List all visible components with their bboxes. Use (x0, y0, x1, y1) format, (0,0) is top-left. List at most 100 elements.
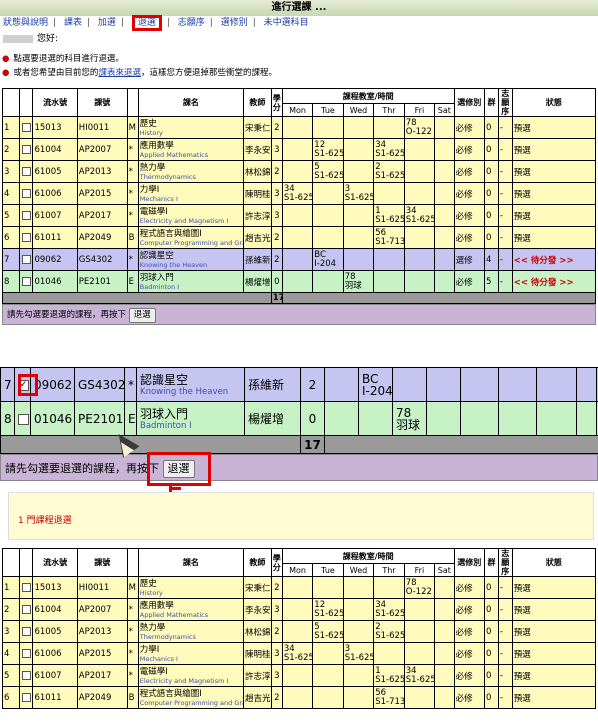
cell-serial: 01046 (32, 270, 78, 293)
row-checkbox[interactable] (18, 598, 34, 621)
checkbox-icon[interactable] (21, 692, 31, 702)
cell-course-name[interactable]: 歷史 History (137, 116, 245, 139)
row-checkbox[interactable] (18, 204, 34, 227)
cell-wish: - (497, 204, 513, 227)
cell-wish: - (497, 664, 513, 687)
cell-elective: 必修 (453, 226, 486, 249)
nav-wish-order[interactable]: 志願序 (178, 18, 205, 28)
cell-day: 78 羽球 (342, 270, 375, 293)
drop-button[interactable]: 退選 (128, 308, 156, 323)
checkbox-icon[interactable] (21, 582, 31, 592)
checkbox-icon[interactable] (21, 166, 31, 176)
result-message-box: 1 門課程退選 (8, 492, 594, 540)
checkbox-icon[interactable] (21, 670, 31, 680)
cell-day (281, 204, 314, 227)
checkbox-icon[interactable] (21, 276, 31, 286)
row-index: 3 (2, 620, 20, 643)
checkbox-icon[interactable] (21, 188, 31, 198)
table-row: 2 61004 AP2007 * 應用數學 Applied Mathematics 李永安 3… (2, 598, 597, 621)
cell-day: 34 S1-625 (281, 642, 314, 665)
course-table-bottom: 流水號 課號 課名 教師 學分 課程教室/時間 選修別群志願序 狀態 Mon Tue Wed Thr F… (2, 547, 597, 709)
cell-course-name[interactable]: 認識星空 Knowing the Heaven (137, 248, 245, 271)
checkbox-icon[interactable] (18, 413, 29, 425)
course-name-cn: 應用數學 (139, 140, 174, 151)
cell-course-name[interactable]: 電磁學Ⅰ Electricity and Magnetism I (137, 664, 245, 687)
row-checkbox[interactable] (18, 226, 34, 249)
checkbox-icon[interactable] (21, 626, 31, 636)
cell-course-name[interactable]: 應用數學 Applied Mathematics (137, 138, 245, 161)
cell-course-name[interactable]: 力學Ⅰ Mechanics I (137, 642, 245, 665)
cell-course-name[interactable]: 應用數學 Applied Mathematics (137, 598, 245, 621)
cell-day (403, 642, 436, 665)
header-elective: 選修別 (453, 88, 486, 117)
checkbox-icon[interactable] (21, 648, 31, 658)
row-checkbox[interactable] (18, 138, 34, 161)
row-checkbox[interactable] (18, 620, 34, 643)
row-checkbox[interactable] (18, 686, 34, 709)
header-index (2, 88, 20, 117)
row-checkbox[interactable] (18, 576, 34, 599)
cell-serial: 09062 (32, 248, 78, 271)
cell-code: GS4302 (74, 367, 125, 402)
row-checkbox[interactable] (18, 664, 34, 687)
timetable-drop-link[interactable]: 課表來退選 (98, 68, 141, 78)
cell-serial: 15013 (32, 116, 78, 139)
cell-teacher: 陳明桂 (243, 182, 272, 205)
checkbox-icon[interactable] (21, 210, 31, 220)
room-time-line: S1-625 (375, 148, 405, 159)
cell-day (434, 270, 455, 293)
checkbox-icon[interactable] (21, 254, 31, 264)
cell-course-name[interactable]: 電磁學Ⅰ Electricity and Magnetism I (137, 204, 245, 227)
cell-elective: 選修 (453, 248, 486, 271)
checkbox-icon[interactable] (21, 232, 31, 242)
cell-course-name[interactable]: 認識星空 Knowing the Heaven (136, 367, 245, 402)
row-index: 4 (2, 642, 20, 665)
row-checkbox[interactable] (18, 248, 34, 271)
course-name-en: Knowing the Heaven (140, 386, 229, 397)
cell-course-name[interactable]: 羽球入門 Badminton I (136, 401, 245, 436)
cell-group: 0 (484, 664, 499, 687)
cell-course-name[interactable]: 程式語言與繪圖ⅠComputer Programming and Graphic… (137, 686, 245, 709)
cell-code: HI0011 (76, 116, 128, 139)
cell-day (434, 226, 455, 249)
total-blank (0, 435, 301, 454)
cell-course-name[interactable]: 熱力學 Thermodynamics (137, 160, 245, 183)
cell-course-name[interactable]: 歷史 History (137, 576, 245, 599)
cell-teacher: 宋秉仁 (243, 116, 272, 139)
nav-add[interactable]: 加選 (98, 18, 116, 28)
cell-day (434, 642, 455, 665)
row-checkbox[interactable] (14, 401, 31, 436)
cell-day (434, 138, 455, 161)
greeting-text: 您好: (37, 34, 59, 44)
cell-wish: - (497, 598, 513, 621)
cell-day (342, 598, 375, 621)
nav-unselected[interactable]: 未中選科目 (264, 18, 309, 28)
checkbox-icon[interactable] (21, 144, 31, 154)
row-checkbox[interactable] (18, 182, 34, 205)
row-checkbox[interactable] (18, 642, 34, 665)
checkbox-icon[interactable] (21, 122, 31, 132)
cell-course-name[interactable]: 熱力學 Thermodynamics (137, 620, 245, 643)
nav-elective-type[interactable]: 選修別 (221, 18, 248, 28)
cell-credits: 2 (300, 367, 325, 402)
header-day: Fri (403, 563, 436, 577)
cell-course-name[interactable]: 羽球入門 Badminton I (137, 270, 245, 293)
row-index: 5 (2, 204, 20, 227)
nav-status[interactable]: 狀態與說明 (3, 18, 48, 28)
nav-timetable[interactable]: 課表 (64, 18, 82, 28)
row-checkbox[interactable] (18, 270, 34, 293)
table-row: 4 61006 AP2015 * 力學Ⅰ Mechanics I 陳明桂 3 34 S1-625 3… (2, 182, 597, 205)
checkbox-icon[interactable] (21, 604, 31, 614)
cell-day: 1 S1-625 (373, 204, 405, 227)
cell-course-name[interactable]: 力學Ⅰ Mechanics I (137, 182, 245, 205)
row-checkbox[interactable] (18, 116, 34, 139)
cell-course-name[interactable]: 程式語言與繪圖ⅠComputer Programming and Graphic… (137, 226, 245, 249)
highlight-checkbox (18, 374, 38, 396)
cell-day (392, 367, 427, 402)
nav-drop[interactable]: 退選 (131, 15, 162, 31)
cell-day (434, 204, 455, 227)
cell-teacher: 趙吉光 (243, 226, 272, 249)
cell-day (434, 116, 455, 139)
row-checkbox[interactable] (18, 160, 34, 183)
cell-code: AP2015 (76, 642, 128, 665)
